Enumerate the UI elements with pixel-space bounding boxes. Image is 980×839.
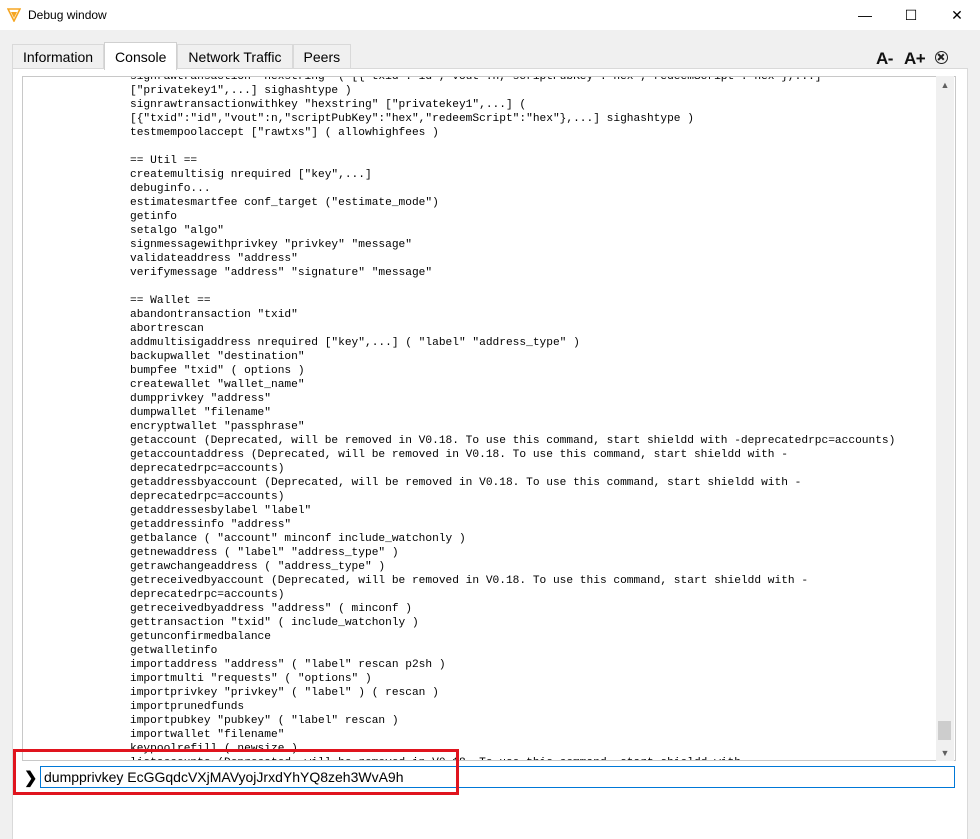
console-line: getrawchangeaddress ( "address_type" )	[130, 561, 386, 573]
console-line: importprivkey "privkey" ( "label" ) ( re…	[130, 687, 439, 699]
maximize-button[interactable]: ☐	[888, 0, 934, 30]
console-line: getreceivedbyaddress "address" ( minconf…	[130, 603, 412, 615]
scroll-up-icon[interactable]: ▲	[936, 76, 954, 93]
console-line: validateaddress "address"	[130, 253, 298, 265]
tab-peers[interactable]: Peers	[292, 44, 352, 69]
console-line: importwallet "filename"	[130, 729, 285, 741]
console-line: bumpfee "txid" ( options )	[130, 365, 305, 377]
console-line: getaddressesbylabel "label"	[130, 505, 312, 517]
console-line: setalgo "algo"	[130, 225, 224, 237]
console-line: signrawtransactionwithkey "hexstring" ["…	[130, 99, 527, 111]
minimize-button[interactable]: —	[842, 0, 888, 30]
close-icon: ✕	[951, 6, 963, 23]
console-line: getaddressbyaccount (Deprecated, will be…	[130, 477, 802, 489]
console-line: importmulti "requests" ( "options" )	[130, 673, 372, 685]
console-line: ["privatekey1",...] sighashtype )	[130, 85, 352, 97]
console-line: getreceivedbyaccount (Deprecated, will b…	[130, 575, 809, 587]
console-line: addmultisigaddress nrequired ["key",...]…	[130, 337, 580, 349]
scroll-down-icon[interactable]: ▼	[936, 744, 954, 761]
console-line: [{"txid":"id","vout":n,"scriptPubKey":"h…	[130, 113, 694, 125]
console-line: getnewaddress ( "label" "address_type" )	[130, 547, 399, 559]
console-line: getaddressinfo "address"	[130, 519, 292, 531]
console-scrollbar[interactable]: ▲ ▼	[936, 76, 954, 761]
console-line: importpubkey "pubkey" ( "label" rescan )	[130, 715, 399, 727]
console-line: deprecatedrpc=accounts)	[130, 463, 285, 475]
font-smaller-button[interactable]: A-	[876, 49, 893, 69]
console-line: estimatesmartfee conf_target ("estimate_…	[130, 197, 439, 209]
console-line: encryptwallet "passphrase"	[130, 421, 305, 433]
console-line: getwalletinfo	[130, 645, 218, 657]
chevron-right-icon: ❯	[24, 770, 38, 787]
tab-information[interactable]: Information	[12, 44, 105, 69]
title-bar: Debug window — ☐ ✕	[0, 0, 980, 30]
tab-bar: Information Console Network Traffic Peer…	[12, 42, 352, 70]
console-command-input[interactable]	[40, 766, 955, 788]
console-line: dumpwallet "filename"	[130, 407, 271, 419]
console-line: createmultisig nrequired ["key",...]	[130, 169, 372, 181]
console-output[interactable]: signrawtransaction "hexstring" ( [{"txid…	[22, 76, 956, 761]
console-line: backupwallet "destination"	[130, 351, 305, 363]
console-line: deprecatedrpc=accounts)	[130, 491, 285, 503]
console-text: signrawtransaction "hexstring" ( [{"txid…	[130, 76, 896, 760]
window-title: Debug window	[28, 8, 107, 22]
tab-network-traffic[interactable]: Network Traffic	[177, 44, 293, 69]
close-button[interactable]: ✕	[934, 0, 980, 30]
console-line: gettransaction "txid" ( include_watchonl…	[130, 617, 419, 629]
console-line: signmessagewithprivkey "privkey" "messag…	[130, 239, 412, 251]
console-line: deprecatedrpc=accounts)	[130, 589, 285, 601]
minimize-icon: —	[858, 7, 872, 23]
console-line: abandontransaction "txid"	[130, 309, 298, 321]
console-line: debuginfo...	[130, 183, 211, 195]
console-line: importaddress "address" ( "label" rescan…	[130, 659, 446, 671]
console-line: signrawtransaction "hexstring" ( [{"txid…	[130, 76, 822, 83]
console-line: getaccountaddress (Deprecated, will be r…	[130, 449, 788, 461]
font-larger-button[interactable]: A+	[904, 49, 926, 69]
console-line: getbalance ( "account" minconf include_w…	[130, 533, 466, 545]
tab-console[interactable]: Console	[104, 42, 178, 70]
scrollbar-thumb[interactable]	[938, 721, 951, 740]
console-line: getaccount (Deprecated, will be removed …	[130, 435, 896, 447]
console-line: listaccounts (Deprecated, will be remove…	[130, 756, 895, 760]
console-line: getinfo	[130, 211, 177, 223]
console-line: dumpprivkey "address"	[130, 393, 271, 405]
shield-logo-icon	[7, 8, 21, 22]
console-line: testmempoolaccept ["rawtxs"] ( allowhigh…	[130, 127, 439, 139]
console-line: getunconfirmedbalance	[130, 631, 271, 643]
console-line: createwallet "wallet_name"	[130, 379, 305, 391]
clear-console-icon[interactable]	[935, 51, 948, 64]
console-line: == Wallet ==	[130, 295, 211, 307]
console-line: importprunedfunds	[130, 701, 245, 713]
console-line: verifymessage "address" "signature" "mes…	[130, 267, 433, 279]
console-line: abortrescan	[130, 323, 204, 335]
console-line: keypoolrefill ( newsize )	[130, 743, 298, 755]
maximize-icon: ☐	[904, 6, 918, 23]
console-line: == Util ==	[130, 155, 198, 167]
